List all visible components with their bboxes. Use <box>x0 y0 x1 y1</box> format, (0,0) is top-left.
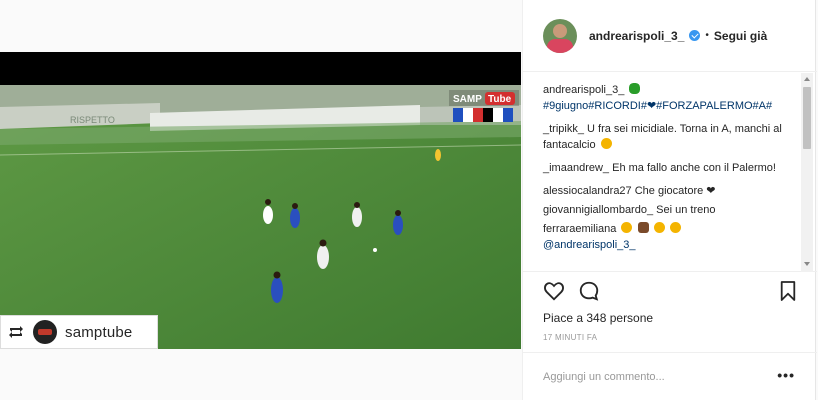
header-separator: • <box>705 30 709 41</box>
grin-icon <box>653 222 665 233</box>
scroll-up-arrow-icon[interactable] <box>804 77 810 81</box>
list-item: alessiocalandra27 Che giocatore ❤ <box>543 183 801 199</box>
bookmark-icon[interactable] <box>779 280 797 302</box>
wink-icon <box>669 222 681 233</box>
comment-username[interactable]: ferraraemiliana <box>543 223 616 235</box>
comment-mention[interactable]: @andrearispoli_3_ <box>543 239 636 251</box>
samptube-logo: SAMP Tube <box>449 90 519 126</box>
post-header: andrearispoli_3_ • Segui già <box>523 0 817 72</box>
comment-text: Sei un treno <box>656 204 716 216</box>
verified-icon <box>689 30 701 41</box>
list-item: giovannigiallombardo_ Sei un treno <box>543 202 801 218</box>
header-username[interactable]: andrearispoli_3_ <box>589 29 684 43</box>
repost-account-name[interactable]: samptube <box>65 324 132 341</box>
comment-username[interactable]: alessiocalandra27 <box>543 185 632 197</box>
avatar[interactable] <box>543 18 577 53</box>
money-bag-icon <box>637 222 649 233</box>
comment-input[interactable] <box>543 369 763 385</box>
repost-tag[interactable]: samptube <box>0 315 158 349</box>
repost-avatar <box>33 320 57 344</box>
scroll-thumb[interactable] <box>803 87 811 149</box>
banner-text: RISPETTO <box>70 115 115 125</box>
repost-icon <box>9 326 23 338</box>
comments-scrollbar[interactable] <box>801 73 813 272</box>
black-heart-icon: ❤ <box>706 185 716 197</box>
post-actions <box>543 280 797 304</box>
comment-icon[interactable] <box>578 280 600 302</box>
four-leaf-clover-icon <box>629 83 641 94</box>
instagram-post-view: RISPETTO SAMP Tube samptube andrearispol… <box>0 0 818 400</box>
heart-eyes-icon <box>621 222 633 233</box>
caption-username[interactable]: andrearispoli_3_ <box>543 84 624 96</box>
list-item: _imaandrew_ Eh ma fallo anche con il Pal… <box>543 160 801 176</box>
more-options-icon[interactable]: ••• <box>777 367 795 383</box>
comment-username[interactable]: giovannigiallombardo_ <box>543 204 653 216</box>
add-comment-bar: ••• <box>523 352 817 400</box>
list-item: _tripikk_ U fra sei micidiale. Torna in … <box>543 121 801 153</box>
football-pitch-frame: RISPETTO <box>0 85 521 349</box>
comment-text: Eh ma fallo anche con il Palermo! <box>612 162 776 174</box>
svg-text:Tube: Tube <box>488 94 512 105</box>
following-button[interactable]: Segui già <box>714 29 767 43</box>
post-timestamp: 17 MINUTI FA <box>543 333 598 342</box>
comments-list: andrearispoli_3_ #9giugno#RICORDI#❤#FORZ… <box>523 73 817 272</box>
caption-hashtags[interactable]: #9giugno#RICORDI#❤#FORZAPALERMO#A# <box>543 100 772 112</box>
list-item: ferraraemiliana @andrearispoli_3_ <box>543 221 801 253</box>
video-player[interactable]: RISPETTO SAMP Tube <box>0 52 521 349</box>
comment-username[interactable]: _tripikk_ <box>543 123 584 135</box>
sad-face-icon <box>600 138 612 149</box>
heart-icon[interactable] <box>543 280 565 302</box>
svg-text:SAMP: SAMP <box>453 94 482 105</box>
caption: andrearispoli_3_ #9giugno#RICORDI#❤#FORZ… <box>543 82 801 114</box>
scroll-down-arrow-icon[interactable] <box>804 262 810 266</box>
likes-count[interactable]: Piace a 348 persone <box>543 311 653 325</box>
comment-text: Che giocatore <box>634 185 704 197</box>
comment-username[interactable]: _imaandrew_ <box>543 162 609 174</box>
post-side-panel: andrearispoli_3_ • Segui già andrearispo… <box>522 0 817 400</box>
